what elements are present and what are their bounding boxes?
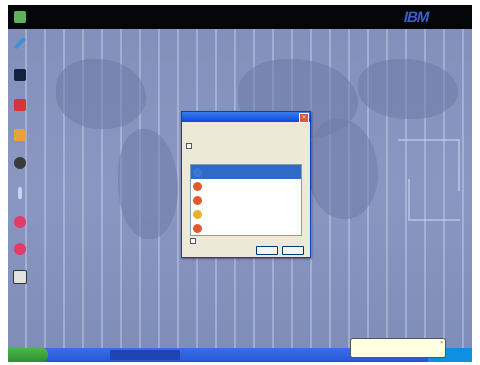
checkbox[interactable] bbox=[190, 238, 196, 244]
close-icon[interactable]: × bbox=[299, 113, 309, 123]
choose-program-dialog: × bbox=[181, 111, 311, 258]
always-use-option[interactable] bbox=[190, 238, 198, 244]
list-item[interactable] bbox=[191, 207, 301, 221]
top-bar: IBM bbox=[8, 5, 472, 29]
program-icon bbox=[193, 167, 202, 177]
network-icon[interactable] bbox=[10, 241, 30, 257]
program-list-label bbox=[182, 150, 310, 160]
dialog-intro-text bbox=[182, 122, 310, 142]
program-icon bbox=[193, 223, 202, 233]
recycle-bin-icon[interactable] bbox=[10, 9, 30, 25]
pen-icon[interactable] bbox=[10, 35, 30, 51]
screen: IBM × × bbox=[8, 5, 472, 362]
dialog-option-row[interactable] bbox=[182, 142, 310, 150]
wallpaper-landmass bbox=[358, 59, 458, 119]
adobe-reader-icon[interactable] bbox=[10, 97, 30, 113]
program-list[interactable] bbox=[190, 164, 302, 236]
user-icon[interactable] bbox=[10, 155, 30, 171]
close-icon[interactable]: × bbox=[440, 340, 443, 346]
ok-button[interactable] bbox=[256, 246, 278, 255]
wallpaper-landmass bbox=[56, 59, 146, 129]
start-button[interactable] bbox=[8, 348, 48, 362]
wallpaper-landmass bbox=[118, 129, 178, 239]
list-item[interactable] bbox=[191, 179, 301, 193]
checkbox[interactable] bbox=[186, 143, 192, 149]
wallpaper-circuit-line bbox=[408, 179, 460, 221]
connect-icon[interactable] bbox=[10, 269, 30, 285]
list-item[interactable] bbox=[191, 165, 301, 179]
brand-logo: IBM bbox=[401, 9, 430, 26]
ie-shortcut-icon[interactable] bbox=[10, 214, 30, 230]
monitor-icon[interactable] bbox=[10, 67, 30, 83]
tool-icon[interactable] bbox=[10, 185, 30, 201]
program-icon bbox=[193, 195, 202, 205]
notification-balloon[interactable]: × bbox=[350, 338, 446, 358]
taskbar-item[interactable] bbox=[110, 350, 180, 360]
media-icon[interactable] bbox=[10, 127, 30, 143]
program-icon bbox=[193, 181, 202, 191]
list-item[interactable] bbox=[191, 221, 301, 235]
wallpaper-landmass bbox=[308, 119, 378, 219]
list-item[interactable] bbox=[191, 193, 301, 207]
program-icon bbox=[193, 209, 202, 219]
dialog-title-bar: × bbox=[182, 112, 310, 123]
cancel-button[interactable] bbox=[282, 246, 304, 255]
